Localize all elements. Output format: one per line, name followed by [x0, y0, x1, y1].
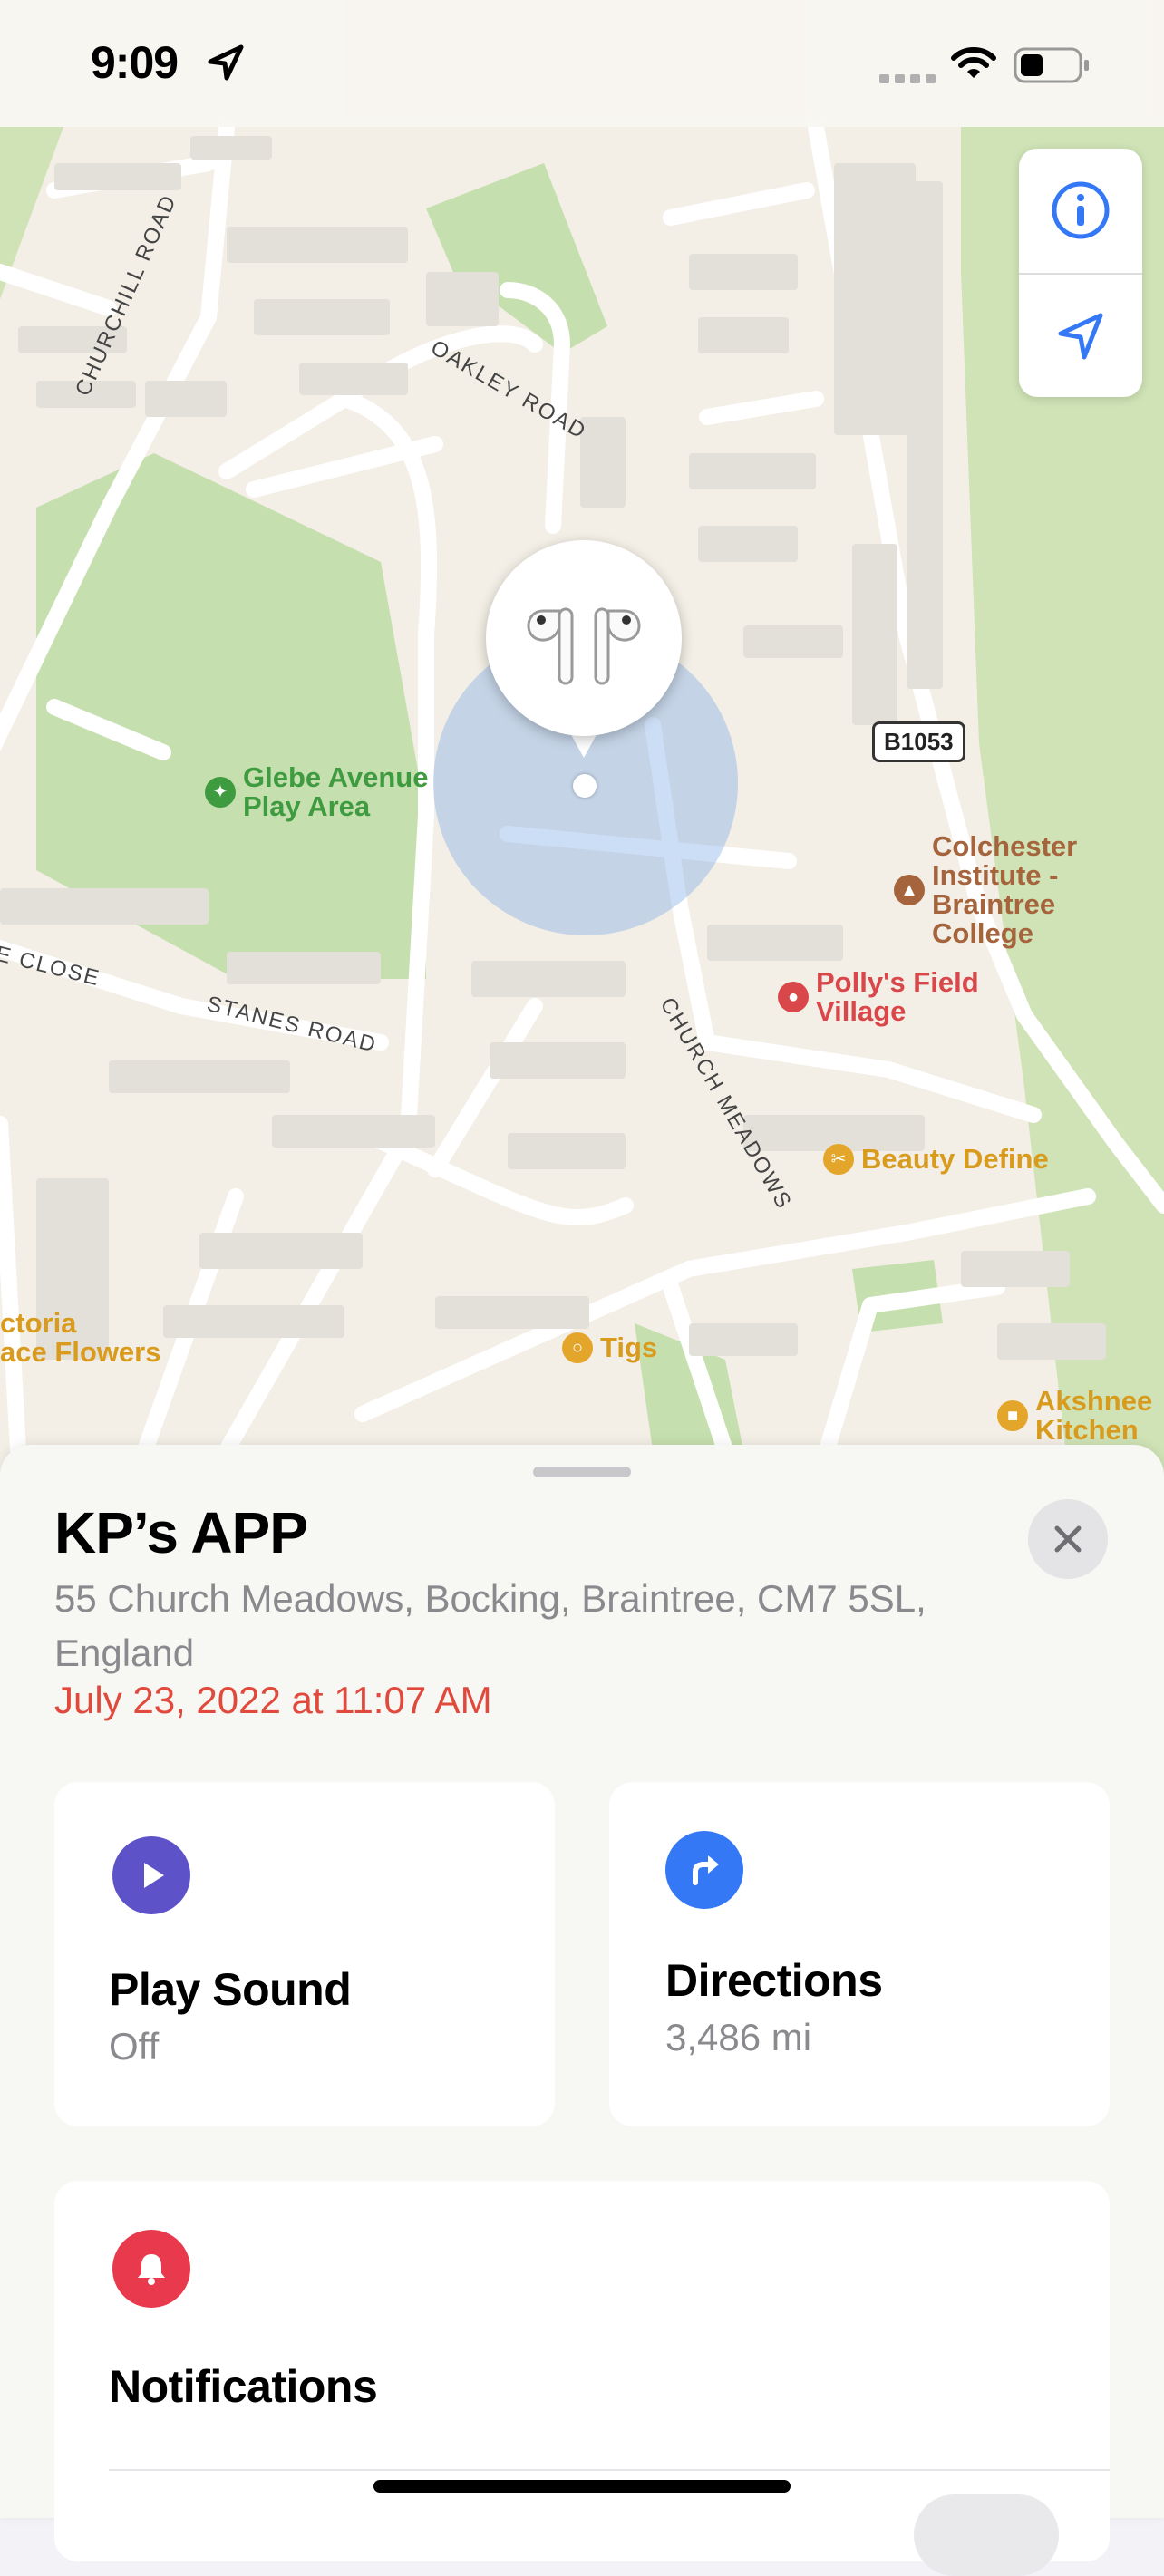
- play-icon: [144, 1863, 164, 1888]
- poi-pollys-field-village[interactable]: ● Polly's Field Village: [778, 968, 979, 1026]
- notifications-card: Notifications: [54, 2181, 1110, 2576]
- poi-colchester-institute[interactable]: ▲ Colchester Institute - Braintree Colle…: [894, 832, 1077, 948]
- battery-icon: [1014, 47, 1089, 83]
- pin-icon: ●: [778, 982, 809, 1012]
- notification-toggle[interactable]: [914, 2494, 1059, 2576]
- device-pin[interactable]: [486, 540, 682, 736]
- notifications-icon-circle: [112, 2230, 190, 2308]
- poi-beauty-define[interactable]: ✂ Beauty Define: [823, 1144, 1049, 1175]
- beauty-icon: ✂: [823, 1144, 854, 1175]
- poi-tigs[interactable]: ○ Tigs: [562, 1332, 657, 1363]
- playground-icon: ✦: [205, 777, 236, 808]
- poi-label: Colchester Institute - Braintree College: [932, 830, 1078, 949]
- close-icon: [1054, 1525, 1082, 1553]
- directions-title: Directions: [665, 1955, 883, 2006]
- poi-label: Tigs: [600, 1332, 658, 1363]
- airpods-icon: [527, 607, 641, 685]
- locate-me-button[interactable]: [1019, 274, 1142, 397]
- home-indicator[interactable]: [373, 2480, 791, 2493]
- location-arrow-icon: [208, 44, 244, 81]
- play-sound-title: Play Sound: [109, 1964, 352, 2015]
- ring-icon: ○: [562, 1332, 593, 1363]
- status-time: 9:09: [91, 37, 179, 88]
- info-icon: [1052, 181, 1110, 239]
- poi-victoria-place-flowers[interactable]: ctoria ace Flowers: [0, 1309, 160, 1367]
- road-number-badge: B1053: [872, 721, 965, 762]
- poi-akshnee-kitchen[interactable]: ■ Akshnee Kitchen: [997, 1387, 1152, 1445]
- last-seen-timestamp: July 23, 2022 at 11:07 AM: [54, 1679, 492, 1721]
- map-controls: [1019, 149, 1142, 397]
- device-name: KP’s APP: [54, 1500, 308, 1565]
- close-button[interactable]: [1028, 1499, 1108, 1579]
- poi-glebe-avenue-play-area[interactable]: ✦ Glebe Avenue Play Area: [205, 763, 428, 821]
- device-address: 55 Church Meadows, Bocking, Braintree, C…: [54, 1577, 926, 1674]
- directions-icon-circle: [665, 1831, 743, 1909]
- poi-label: ctoria ace Flowers: [0, 1307, 161, 1368]
- shopping-bag-icon: ■: [997, 1400, 1028, 1431]
- play-sound-icon-circle: [112, 1836, 190, 1914]
- poi-label: Glebe Avenue Play Area: [243, 761, 429, 822]
- graduation-cap-icon: ▲: [894, 875, 925, 905]
- directions-distance: 3,486 mi: [665, 2016, 812, 2058]
- notifications-divider: [109, 2469, 1110, 2471]
- info-button[interactable]: [1019, 149, 1142, 272]
- cellular-signal-icon: [879, 74, 936, 83]
- notifications-title: Notifications: [109, 2361, 378, 2412]
- play-sound-status: Off: [109, 2025, 160, 2068]
- play-sound-card[interactable]: Play Sound Off: [54, 1782, 555, 2126]
- directions-card[interactable]: Directions 3,486 mi: [609, 1782, 1110, 2126]
- poi-label: Akshnee Kitchen: [1035, 1385, 1153, 1446]
- location-arrow-icon: [1058, 313, 1103, 360]
- poi-label: Polly's Field Village: [816, 966, 979, 1027]
- turn-right-arrow-icon: [693, 1855, 719, 1885]
- sheet-grabber[interactable]: [533, 1467, 631, 1477]
- device-location-dot: [573, 774, 597, 798]
- bell-icon: [138, 2254, 165, 2285]
- map-view[interactable]: CHURCHILL ROAD OAKLEY ROAD THE CLOSE STA…: [0, 0, 1164, 1487]
- wifi-icon: [951, 47, 996, 78]
- status-bar: 9:09: [0, 0, 1164, 127]
- poi-label: Beauty Define: [861, 1143, 1049, 1175]
- device-detail-sheet: KP’s APP 55 Church Meadows, Bocking, Bra…: [0, 1445, 1164, 2576]
